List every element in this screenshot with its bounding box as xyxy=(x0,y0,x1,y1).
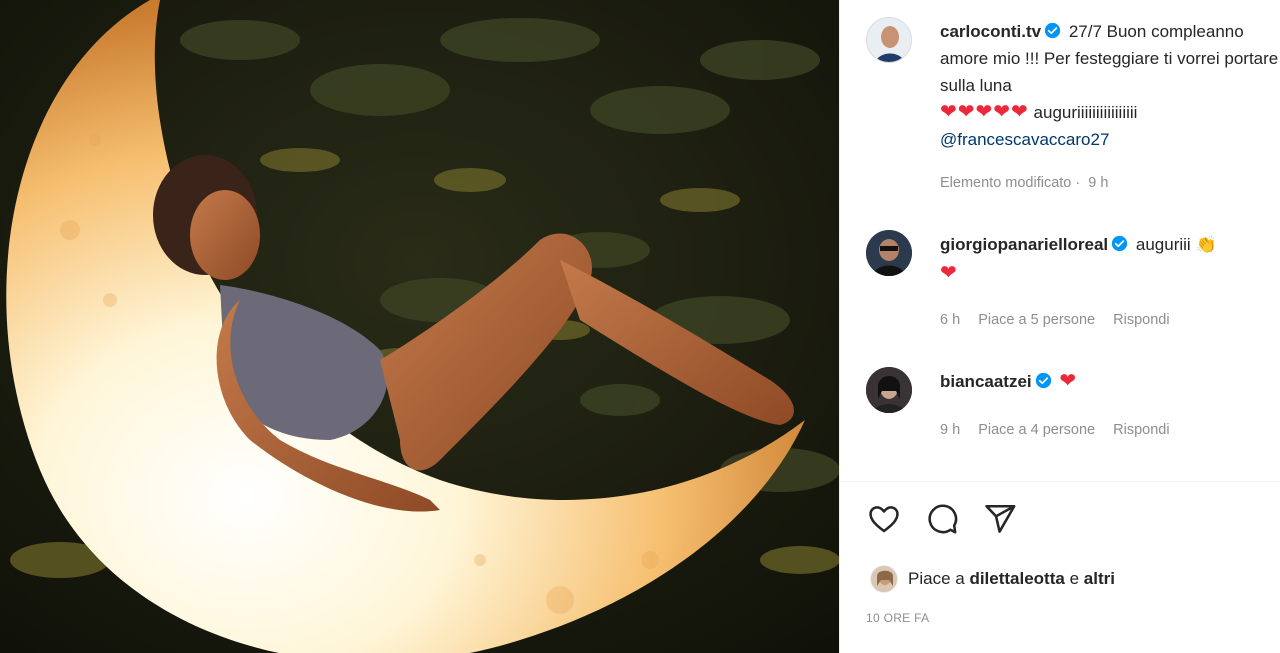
avatar-image xyxy=(866,367,912,413)
verified-badge-icon xyxy=(1044,22,1061,39)
author-username[interactable]: carloconti.tv xyxy=(940,22,1041,41)
comment-1: giorgiopanarielloreal auguriii 👏 ❤ xyxy=(940,231,1270,288)
edited-meta: Elemento modificato · 9 h xyxy=(940,175,1109,191)
verified-badge-icon xyxy=(1112,235,1128,252)
comment-likes-link[interactable]: Piace a 4 persone xyxy=(978,422,1095,438)
comment-heart: ❤ xyxy=(1059,370,1078,392)
avatar-image xyxy=(866,230,912,276)
divider xyxy=(840,481,1280,482)
post-actions xyxy=(864,499,1020,539)
speech-bubble-icon xyxy=(928,504,958,534)
comment-username[interactable]: biancaatzei xyxy=(940,372,1032,391)
comment-2-meta: 9 h Piace a 4 persone Rispondi xyxy=(940,422,1184,438)
comment-button[interactable] xyxy=(922,499,962,539)
reply-button[interactable]: Rispondi xyxy=(1113,422,1169,438)
comment-heart: ❤ xyxy=(940,262,958,284)
likes-others-link[interactable]: altri xyxy=(1084,569,1115,588)
avatar-image xyxy=(867,18,911,62)
comment-time: 6 h xyxy=(940,312,961,328)
comment-text: auguriii xyxy=(1135,235,1191,254)
share-button[interactable] xyxy=(980,499,1020,539)
avatar-image xyxy=(871,566,897,592)
like-button[interactable] xyxy=(864,499,904,539)
verified-badge-icon xyxy=(1035,372,1051,389)
commenter-avatar[interactable] xyxy=(866,230,912,276)
comment-likes-link[interactable]: Piace a 5 persone xyxy=(978,312,1095,328)
reply-button[interactable]: Rispondi xyxy=(1113,312,1169,328)
post-timestamp[interactable]: 10 ORE FA xyxy=(866,611,929,625)
liker-avatar[interactable] xyxy=(870,565,898,593)
post-side-panel: carloconti.tv 27/7 Buon compleanno amore… xyxy=(839,0,1280,653)
edited-time: 9 h xyxy=(1088,175,1109,191)
edited-label: Elemento modificato xyxy=(940,175,1072,191)
comment-time: 9 h xyxy=(940,422,961,438)
clapping-hands-emoji: 👏 xyxy=(1195,235,1217,254)
caption-mention-link[interactable]: @francescavaccaro27 xyxy=(940,130,1109,149)
moon-photo-illustration xyxy=(0,0,839,653)
paper-plane-icon xyxy=(985,504,1016,533)
likes-conj: e xyxy=(1069,569,1080,588)
likes-summary: Piace a dilettaleotta e altri xyxy=(908,566,1115,592)
comment-1-meta: 6 h Piace a 5 persone Rispondi xyxy=(940,312,1184,328)
post-photo[interactable] xyxy=(0,0,839,653)
caption-hearts: ❤❤❤❤❤ xyxy=(940,101,1029,123)
commenter-avatar[interactable] xyxy=(866,367,912,413)
liker-username[interactable]: dilettaleotta xyxy=(969,569,1064,588)
heart-outline-icon xyxy=(869,506,899,533)
comment-2: biancaatzei ❤ xyxy=(940,367,1270,396)
caption-tail: auguriiiiiiiiiiiiiiii xyxy=(1033,103,1138,122)
author-avatar[interactable] xyxy=(866,17,912,63)
likes-prefix: Piace a xyxy=(908,569,965,588)
comment-username[interactable]: giorgiopanarielloreal xyxy=(940,235,1108,254)
post-caption: carloconti.tv 27/7 Buon compleanno amore… xyxy=(940,18,1280,153)
